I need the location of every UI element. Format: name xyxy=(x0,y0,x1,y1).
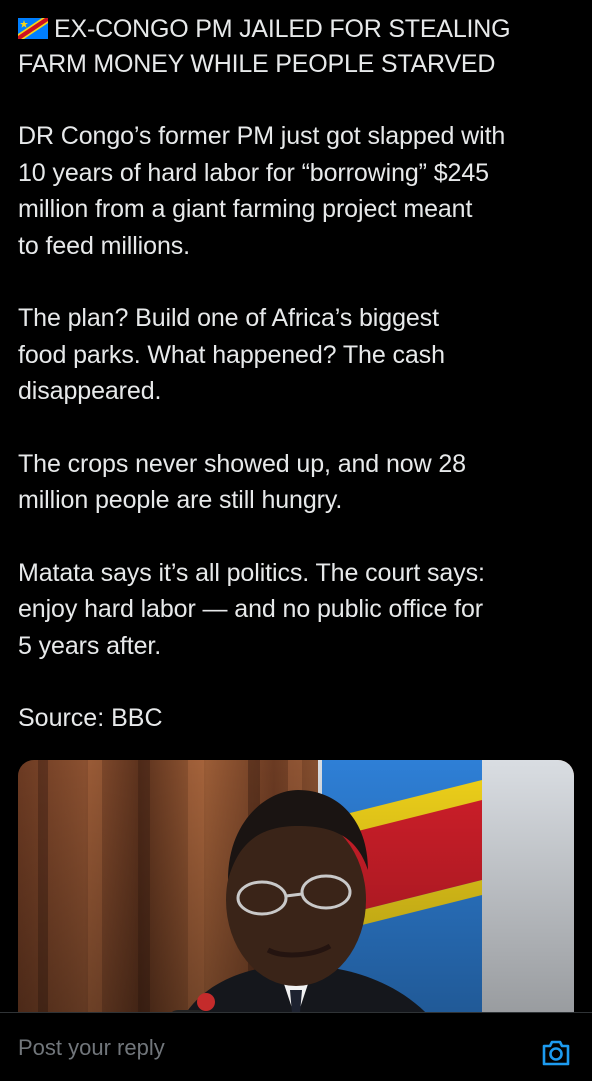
paragraph-line: 10 years of hard labor for “borrowing” $… xyxy=(18,158,489,187)
paragraph-line: DR Congo’s former PM just got slapped wi… xyxy=(18,122,506,150)
post-body: DR Congo’s former PM just got slapped wi… xyxy=(18,118,578,737)
dr-congo-flag-icon xyxy=(18,18,48,39)
paragraph-line: enjoy hard labor — and no public office … xyxy=(18,595,483,623)
paragraph-line: to feed millions. xyxy=(18,231,190,260)
paragraph-line: food parks. What happened? The cash xyxy=(18,340,445,369)
paragraph-line: The plan? Build one of Africa’s biggest xyxy=(18,304,439,332)
paragraph-line: million people are still hungry. xyxy=(18,486,343,514)
post-image[interactable] xyxy=(18,760,574,1012)
headline-text-1: EX-CONGO PM JAILED FOR STEALING xyxy=(54,15,511,43)
photo-illustration xyxy=(18,760,574,1012)
post-paragraph: The plan? Build one of Africa’s biggest … xyxy=(18,300,578,410)
camera-icon[interactable] xyxy=(540,1037,572,1067)
paragraph-line: million from a giant farming project mea… xyxy=(18,195,473,223)
post-source: Source: BBC xyxy=(18,704,163,732)
post-paragraph: DR Congo’s former PM just got slapped wi… xyxy=(18,118,578,264)
post-paragraph: Matata says it’s all politics. The court… xyxy=(18,555,578,665)
post: EX-CONGO PM JAILED FOR STEALING FARM MON… xyxy=(0,0,592,1012)
post-paragraph: The crops never showed up, and now 28 mi… xyxy=(18,446,578,519)
paragraph-line: disappeared. xyxy=(18,377,162,405)
paragraph-line: The crops never showed up, and now 28 xyxy=(18,449,466,478)
headline-line-2: FARM MONEY WHILE PEOPLE STARVED xyxy=(18,50,496,78)
reply-bar: Post your reply xyxy=(0,1012,592,1081)
post-headline: EX-CONGO PM JAILED FOR STEALING FARM MON… xyxy=(18,12,574,82)
headline-line-1: EX-CONGO PM JAILED FOR STEALING xyxy=(18,12,574,47)
paragraph-line: 5 years after. xyxy=(18,631,162,660)
paragraph-line: Matata says it’s all politics. The court… xyxy=(18,558,485,587)
reply-input[interactable]: Post your reply xyxy=(18,1035,165,1061)
